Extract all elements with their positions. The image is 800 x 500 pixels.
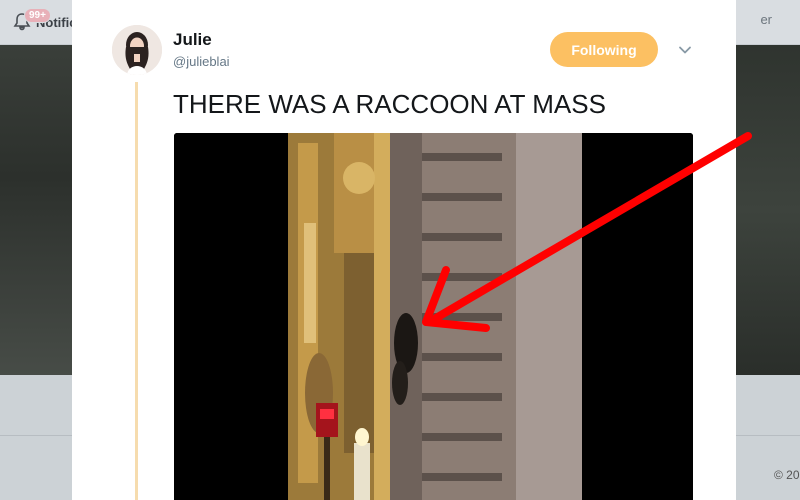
profile-header-image-right [736,45,800,375]
copyright-text: © 20 [774,468,800,482]
tweet-text: THERE WAS A RACCOON AT MASS [173,89,606,119]
thread-line [135,82,138,500]
profile-header-image-left [0,45,72,375]
search-fragment: er [760,12,772,27]
video-frame [174,133,693,500]
author-handle[interactable]: @julieblai [173,54,230,69]
author-name[interactable]: Julie [173,30,212,50]
notifications-nav-item[interactable]: 99+ Notific [12,8,76,36]
background-panel-left [0,375,72,500]
notifications-badge: 99+ [24,8,51,23]
chevron-down-icon[interactable] [676,41,694,59]
following-button[interactable]: Following [550,32,658,67]
tweet-modal: Julie @julieblai Following THERE WAS A R… [72,0,736,500]
avatar[interactable] [112,25,162,75]
bell-icon: 99+ [12,8,51,32]
tweet-video[interactable] [174,133,693,500]
